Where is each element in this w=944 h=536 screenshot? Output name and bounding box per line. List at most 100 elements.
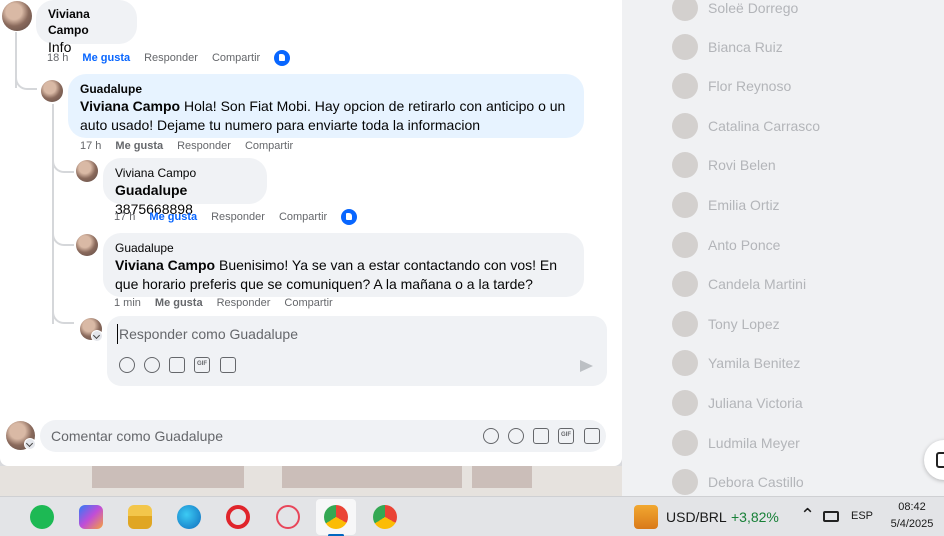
opera-icon[interactable]	[226, 505, 250, 529]
contact-avatar	[672, 113, 698, 139]
contact-item[interactable]: Tony Lopez	[672, 310, 780, 338]
share-button[interactable]: Compartir	[279, 211, 327, 223]
share-button[interactable]: Compartir	[245, 140, 293, 152]
comment-actions: 1 min Me gusta Responder Compartir	[114, 297, 347, 309]
contact-item[interactable]: Candela Martini	[672, 270, 806, 298]
comment-author[interactable]: Guadalupe	[115, 240, 572, 256]
language-indicator[interactable]: ESP	[851, 510, 873, 522]
thread-connector	[15, 70, 37, 90]
avatar-sticker-icon[interactable]	[119, 357, 135, 373]
contact-name: Flor Reynoso	[708, 78, 792, 94]
contact-item[interactable]: Ludmila Meyer	[672, 429, 800, 457]
like-button[interactable]: Me gusta	[82, 52, 130, 64]
comment-bubble: Guadalupe Viviana Campo Buenisimo! Ya se…	[103, 233, 584, 297]
clock-date[interactable]: 5/4/2025	[886, 518, 938, 530]
feed-background	[0, 466, 622, 496]
contact-name: Anto Ponce	[708, 237, 781, 253]
contact-name: Debora Castillo	[708, 474, 804, 490]
reply-composer: GIF	[107, 316, 607, 386]
contact-name: Bianca Ruiz	[708, 39, 783, 55]
comment-author[interactable]: Guadalupe	[80, 81, 572, 97]
contact-item[interactable]: Emilia Ortiz	[672, 191, 780, 219]
reply-input[interactable]	[117, 324, 557, 344]
contact-item[interactable]: Juliana Victoria	[672, 389, 803, 417]
edge-icon[interactable]	[177, 505, 201, 529]
camera-icon[interactable]	[533, 428, 549, 444]
comment-time[interactable]: 17 h	[80, 140, 101, 152]
chrome-icon[interactable]	[324, 505, 348, 529]
contact-avatar	[672, 232, 698, 258]
emoji-icon[interactable]	[144, 357, 160, 373]
contact-avatar	[672, 0, 698, 21]
comment-time[interactable]: 1 min	[114, 297, 141, 309]
avatar-guadalupe[interactable]	[76, 234, 98, 256]
chevron-up-icon[interactable]: ⌃	[800, 505, 815, 526]
ticker-symbol[interactable]: USD/BRL	[666, 509, 727, 525]
gif-icon[interactable]: GIF	[558, 428, 574, 444]
file-explorer-icon[interactable]	[128, 505, 152, 529]
compose-icon	[936, 452, 944, 468]
camera-icon[interactable]	[169, 357, 185, 373]
comment-mention[interactable]: Viviana Campo	[80, 98, 180, 114]
sticker-icon[interactable]	[584, 428, 600, 444]
like-button[interactable]: Me gusta	[115, 140, 163, 152]
like-reaction-icon[interactable]	[274, 50, 291, 66]
contact-name: Soleë Dorrego	[708, 0, 799, 16]
comment-time[interactable]: 17 h	[114, 211, 135, 223]
profile-switch-icon[interactable]	[24, 438, 36, 450]
like-reaction-icon[interactable]	[341, 209, 358, 225]
contact-avatar	[672, 311, 698, 337]
share-button[interactable]: Compartir	[212, 52, 260, 64]
like-button[interactable]: Me gusta	[149, 211, 197, 223]
sticker-icon[interactable]	[220, 357, 236, 373]
avatar-sticker-icon[interactable]	[483, 428, 499, 444]
thread-line	[52, 104, 54, 324]
gif-icon[interactable]: GIF	[194, 357, 210, 373]
clock-time[interactable]: 08:42	[896, 501, 928, 513]
copilot-icon[interactable]	[79, 505, 103, 529]
reply-button[interactable]: Responder	[217, 297, 271, 309]
snipping-tool-icon[interactable]	[276, 505, 300, 529]
contact-item[interactable]: Yamila Benitez	[672, 349, 800, 377]
contact-item[interactable]: Flor Reynoso	[672, 72, 791, 100]
share-button[interactable]: Compartir	[284, 297, 332, 309]
network-icon[interactable]	[823, 511, 839, 522]
contact-name: Tony Lopez	[708, 316, 780, 332]
contact-item[interactable]: Bianca Ruiz	[672, 33, 783, 61]
comment-time[interactable]: 18 h	[47, 52, 68, 64]
contact-item[interactable]: Debora Castillo	[672, 468, 804, 496]
comments-panel: Viviana Campo Info 18 h Me gusta Respond…	[0, 0, 622, 466]
reply-button[interactable]: Responder	[177, 140, 231, 152]
thread-connector	[52, 306, 74, 324]
reply-button[interactable]: Responder	[144, 52, 198, 64]
comment-mention[interactable]: Guadalupe	[115, 182, 187, 198]
feed-thumbnail	[282, 466, 462, 488]
avatar-viviana[interactable]	[2, 1, 32, 31]
profile-switch-icon[interactable]	[91, 330, 103, 342]
stocks-widget-icon[interactable]	[634, 505, 658, 529]
comment-input[interactable]	[51, 427, 451, 445]
chrome-profile-icon[interactable]	[373, 505, 397, 529]
contact-avatar	[672, 271, 698, 297]
contact-avatar	[672, 430, 698, 456]
reply-button[interactable]: Responder	[211, 211, 265, 223]
emoji-icon[interactable]	[508, 428, 524, 444]
send-icon[interactable]	[580, 360, 593, 372]
like-button[interactable]: Me gusta	[155, 297, 203, 309]
contact-item[interactable]: Rovi Belen	[672, 151, 776, 179]
comment-bubble: Viviana Campo Info	[36, 0, 137, 55]
avatar-viviana[interactable]	[76, 160, 98, 182]
contact-item[interactable]: Anto Ponce	[672, 231, 780, 259]
comment-author[interactable]: Viviana Campo	[115, 165, 255, 181]
contact-avatar	[672, 192, 698, 218]
spotify-icon[interactable]	[30, 505, 54, 529]
comment-mention[interactable]: Viviana Campo	[115, 257, 215, 273]
comment-bubble: Viviana Campo Guadalupe 3875668898	[103, 158, 267, 217]
contact-avatar	[672, 469, 698, 495]
thread-connector	[52, 155, 74, 173]
avatar-guadalupe[interactable]	[41, 80, 63, 102]
ticker-change[interactable]: +3,82%	[731, 509, 779, 525]
contact-item[interactable]: Soleë Dorrego	[672, 0, 798, 22]
contact-item[interactable]: Catalina Carrasco	[672, 112, 820, 140]
comment-author[interactable]: Viviana Campo	[48, 6, 125, 38]
